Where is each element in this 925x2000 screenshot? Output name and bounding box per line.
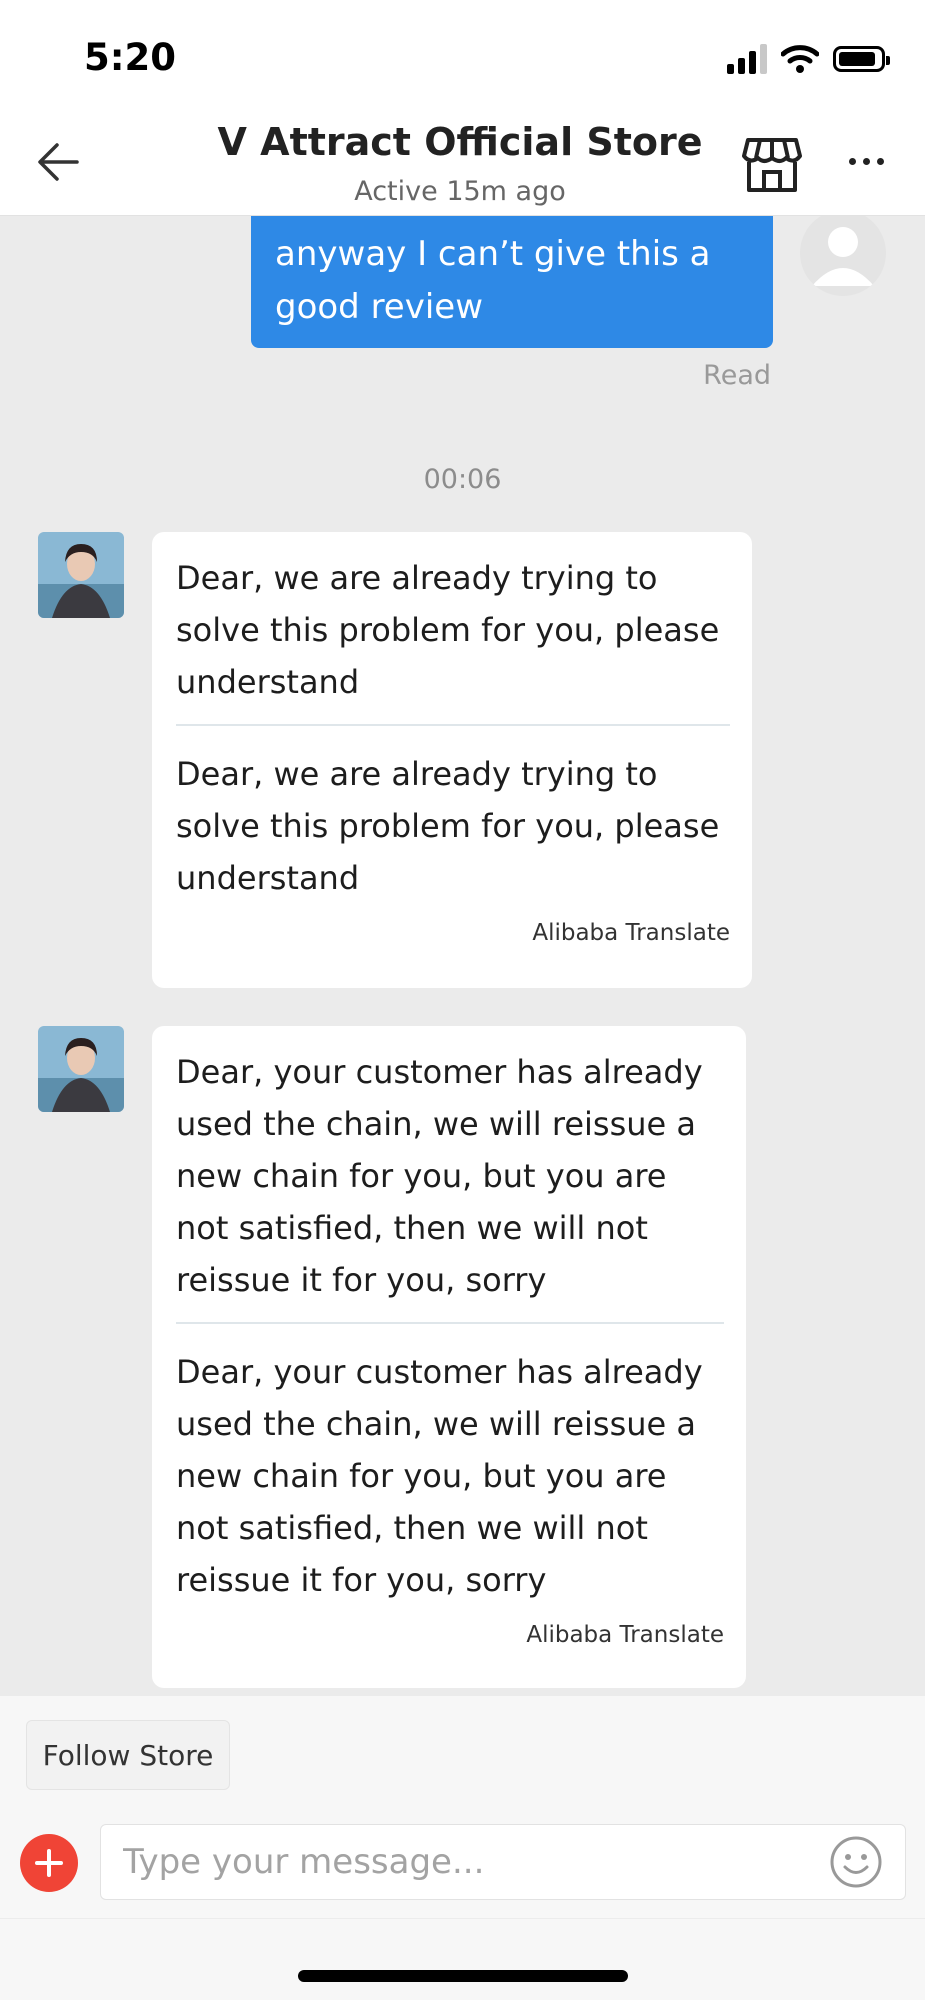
- status-icons: [727, 42, 890, 76]
- chat-header: V Attract Official Store Active 15m ago: [0, 110, 925, 216]
- plus-icon[interactable]: [20, 1834, 78, 1892]
- separator: [0, 1918, 925, 1919]
- store-avatar-image: [38, 1026, 124, 1112]
- message-translation: Dear, we are already trying to solve thi…: [176, 755, 720, 897]
- my-avatar[interactable]: [800, 216, 886, 296]
- chat-area[interactable]: anyway I can’t give this a good review R…: [0, 216, 925, 1696]
- more-icon[interactable]: [836, 146, 896, 176]
- message-timestamp: 00:06: [423, 464, 502, 495]
- store-avatar[interactable]: [38, 1026, 124, 1112]
- home-indicator[interactable]: [298, 1970, 628, 1982]
- composer-panel: Follow Store: [0, 1696, 925, 2000]
- user-placeholder-icon: [812, 227, 874, 286]
- emoji-icon: [830, 1836, 882, 1888]
- translator-label: Alibaba Translate: [532, 920, 730, 946]
- read-receipt: Read: [703, 360, 771, 391]
- store-avatar-image: [38, 532, 124, 618]
- message-original: Dear, your customer has already used the…: [176, 1053, 703, 1299]
- store-icon: [742, 138, 802, 192]
- incoming-message[interactable]: Dear, your customer has already used the…: [152, 1026, 746, 1688]
- translator-label: Alibaba Translate: [526, 1622, 724, 1648]
- emoji-button[interactable]: [828, 1834, 884, 1890]
- status-time: 5:20: [84, 36, 177, 79]
- signal-icon: [727, 44, 767, 74]
- follow-store-button[interactable]: Follow Store: [26, 1720, 230, 1790]
- back-button[interactable]: [28, 132, 88, 192]
- translation-divider: [176, 724, 730, 726]
- message-original: Dear, we are already trying to solve thi…: [176, 559, 720, 701]
- store-title: V Attract Official Store: [217, 120, 703, 164]
- outgoing-message[interactable]: anyway I can’t give this a good review: [251, 216, 773, 348]
- battery-icon: [833, 46, 890, 72]
- translation-divider: [176, 1322, 724, 1324]
- status-bar: 5:20: [0, 0, 925, 110]
- store-button[interactable]: [740, 134, 804, 194]
- message-input[interactable]: [100, 1824, 906, 1900]
- store-avatar[interactable]: [38, 532, 124, 618]
- wifi-icon: [781, 45, 819, 73]
- active-status: Active 15m ago: [354, 176, 566, 207]
- incoming-message[interactable]: Dear, we are already trying to solve thi…: [152, 532, 752, 988]
- back-arrow-icon: [38, 143, 79, 181]
- message-translation: Dear, your customer has already used the…: [176, 1353, 703, 1599]
